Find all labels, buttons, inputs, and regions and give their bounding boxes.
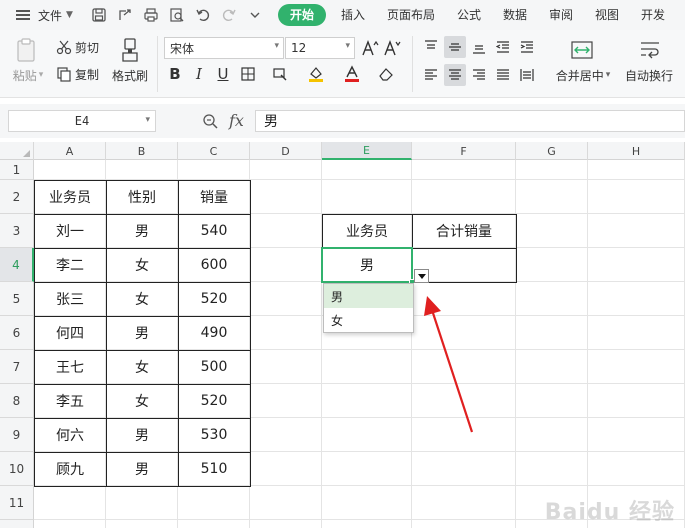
tab-view[interactable]: 视图 — [584, 4, 630, 26]
chevron-down-icon: ▾ — [145, 115, 150, 125]
merge-center-icon[interactable] — [566, 38, 598, 62]
formula-value: 男 — [264, 114, 278, 130]
tab-data[interactable]: 数据 — [492, 4, 538, 26]
tab-review[interactable]: 审阅 — [538, 4, 584, 26]
italic-icon[interactable]: I — [189, 64, 209, 84]
watermark-logo: Baidu 经验 — [544, 500, 675, 525]
tab-home[interactable]: 开始 — [277, 4, 326, 26]
name-box-value: E4 — [74, 114, 90, 128]
paste-label: 粘贴 — [12, 68, 37, 83]
annotation-arrow-head — [424, 296, 441, 316]
chevron-down-icon: ▾ — [274, 41, 279, 51]
wrap-text-label: 自动换行 — [624, 68, 673, 83]
wrap-text-icon[interactable] — [634, 38, 666, 62]
align-top-icon[interactable] — [420, 36, 442, 58]
fill-color-icon[interactable] — [306, 64, 326, 84]
formula-bar: E4 ▾ fx 男 — [0, 104, 685, 138]
align-left-icon[interactable] — [420, 64, 442, 86]
align-bottom-icon[interactable] — [468, 36, 490, 58]
font-size-value: 12 — [291, 41, 307, 55]
ribbon-tabs: 开始 插入 页面布局 公式 数据 审阅 视图 开发 — [277, 4, 676, 26]
redo-icon[interactable] — [221, 7, 238, 24]
increase-indent-icon[interactable] — [516, 36, 538, 58]
scissors-icon — [56, 40, 72, 55]
ribbon-toolbar: 粘贴 ▾ 剪切 复制 格式刷 宋体 ▾ 12 ▾ B I U 合并居中 ▾ 自动… — [0, 30, 685, 98]
format-painter-label: 格式刷 — [111, 68, 148, 83]
annotation-arrow-line — [430, 309, 474, 433]
distributed-align-icon[interactable] — [516, 64, 538, 86]
annotation-arrow — [424, 296, 474, 433]
chevron-down-icon: ▼ — [66, 10, 73, 20]
align-right-icon[interactable] — [468, 64, 490, 86]
name-box[interactable]: E4 ▾ — [8, 110, 156, 132]
paste-button[interactable]: 粘贴 ▾ — [8, 66, 48, 84]
save-icon[interactable] — [91, 7, 108, 24]
spreadsheet-grid[interactable]: ABCDEFGH123456789101112业务员性别销量刘一男540李二女6… — [0, 142, 685, 528]
paste-icon[interactable] — [10, 36, 42, 64]
ribbon-separator — [412, 36, 413, 92]
copy-button[interactable]: 复制 — [56, 65, 106, 83]
decrease-font-size-icon[interactable] — [382, 38, 402, 58]
increase-font-size-icon[interactable] — [360, 38, 380, 58]
zoom-icon[interactable] — [202, 113, 218, 129]
font-name-value: 宋体 — [170, 41, 195, 56]
print-icon[interactable] — [143, 7, 160, 24]
font-size-select[interactable]: 12 ▾ — [285, 37, 355, 59]
quick-access-toolbar — [91, 7, 264, 24]
copy-icon — [57, 67, 71, 82]
copy-label: 复制 — [75, 67, 100, 82]
format-painter-button[interactable]: 格式刷 — [108, 66, 152, 84]
chevron-down-icon: ▾ — [605, 70, 611, 80]
export-icon[interactable] — [117, 7, 134, 24]
menu-bar: 文件 ▼ 开始 插入 页面布局 公式 数据 审阅 视图 开发 — [0, 0, 685, 30]
justify-icon[interactable] — [492, 64, 514, 86]
print-preview-icon[interactable] — [169, 7, 186, 24]
file-menu[interactable]: 文件 ▼ — [38, 7, 73, 24]
tab-insert[interactable]: 插入 — [330, 4, 376, 26]
tab-formulas[interactable]: 公式 — [446, 4, 492, 26]
align-middle-icon[interactable] — [444, 36, 466, 58]
ribbon-separator — [157, 36, 158, 92]
borders-icon[interactable] — [238, 64, 258, 84]
font-name-select[interactable]: 宋体 ▾ — [164, 37, 284, 59]
cut-label: 剪切 — [75, 40, 100, 55]
chevron-down-icon: ▾ — [345, 41, 350, 51]
clear-format-icon[interactable] — [376, 64, 396, 84]
merge-center-button[interactable]: 合并居中 ▾ — [550, 66, 616, 84]
bold-icon[interactable]: B — [165, 64, 185, 84]
fx-icon[interactable]: fx — [229, 111, 244, 130]
decrease-indent-icon[interactable] — [492, 36, 514, 58]
align-center-icon[interactable] — [444, 64, 466, 86]
merge-center-label: 合并居中 — [555, 68, 604, 83]
tab-page-layout[interactable]: 页面布局 — [376, 4, 446, 26]
font-color-icon[interactable] — [342, 64, 362, 84]
customize-chevron-icon[interactable] — [247, 7, 264, 24]
formula-input[interactable]: 男 — [255, 110, 685, 132]
file-menu-label: 文件 — [38, 8, 63, 23]
tab-developer[interactable]: 开发 — [630, 4, 676, 26]
wrap-text-button[interactable]: 自动换行 — [620, 66, 678, 84]
undo-icon[interactable] — [195, 7, 212, 24]
paste-chevron-icon: ▾ — [38, 70, 44, 80]
hamburger-menu-icon[interactable] — [16, 10, 30, 20]
format-painter-icon[interactable] — [112, 36, 148, 64]
cell-style-icon[interactable] — [270, 64, 290, 84]
underline-icon[interactable]: U — [213, 64, 233, 84]
cut-button[interactable]: 剪切 — [56, 38, 106, 56]
